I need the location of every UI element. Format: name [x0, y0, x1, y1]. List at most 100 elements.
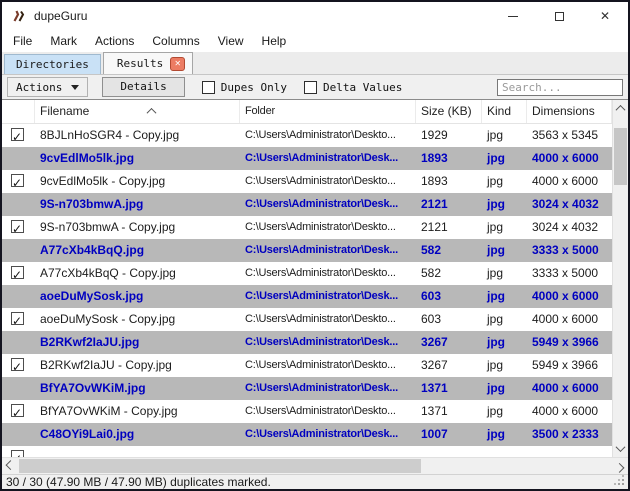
cell-kind: jpg	[482, 354, 527, 377]
cell-filename: A77cXb4kBqQ - Copy.jpg	[35, 262, 240, 285]
header-size[interactable]: Size (KB)	[416, 100, 482, 123]
row-checkbox[interactable]: ✓	[11, 266, 24, 279]
table-row[interactable]: ✓ B2RKwf2IaJU - Copy.jpg C:\Users\Admini…	[2, 354, 612, 377]
close-icon: ✕	[600, 10, 610, 22]
row-checkbox[interactable]: ✓	[11, 312, 24, 325]
header-kind[interactable]: Kind	[482, 100, 527, 123]
cell-kind: jpg	[482, 170, 527, 193]
toolbar: Actions Details Dupes Only Delta Values	[2, 75, 628, 100]
menu-help[interactable]: Help	[253, 30, 296, 52]
table-row[interactable]: 9S-n703bmwA.jpg C:\Users\Administrator\D…	[2, 193, 612, 216]
checkmark-icon: ✓	[12, 402, 22, 423]
header-filename[interactable]: Filename	[35, 100, 240, 123]
cell-folder: C:\Users\Administrator\Deskto...	[240, 216, 416, 239]
tab-directories[interactable]: Directories	[4, 54, 101, 74]
row-check-cell	[2, 331, 35, 354]
table-row[interactable]: C48OYi9Lai0.jpg C:\Users\Administrator\D…	[2, 423, 612, 446]
cell-folder: C:\Users\Administrator\Desk...	[240, 147, 416, 170]
row-checkbox[interactable]: ✓	[11, 174, 24, 187]
cell-dimensions: 3563 x 5345	[527, 124, 612, 147]
table-row[interactable]: ✓ 8BJLnHoSGR4 - Copy.jpg C:\Users\Admini…	[2, 124, 612, 147]
cell-size: 1893	[416, 170, 482, 193]
minimize-button[interactable]	[490, 2, 536, 30]
checkmark-icon: ✓	[12, 356, 22, 377]
status-text: 30 / 30 (47.90 MB / 47.90 MB) duplicates…	[6, 475, 271, 489]
tab-results-label: Results	[117, 57, 163, 70]
cell-filename: 9S-n703bmwA - Copy.jpg	[35, 216, 240, 239]
table-row[interactable]: B2RKwf2IaJU.jpg C:\Users\Administrator\D…	[2, 331, 612, 354]
resize-grip-icon[interactable]	[614, 475, 625, 486]
scroll-left-button[interactable]	[2, 458, 19, 474]
scroll-down-button[interactable]	[613, 440, 628, 457]
checkmark-icon: ✓	[12, 172, 22, 193]
cell-dimensions: 4000 x 6000	[527, 377, 612, 400]
search-input[interactable]	[497, 79, 623, 96]
cell-filename: C48OYi9Lai0.jpg	[35, 423, 240, 446]
actions-dropdown-button[interactable]: Actions	[7, 77, 88, 97]
menu-columns[interactable]: Columns	[143, 30, 208, 52]
cell-size: 603	[416, 285, 482, 308]
vertical-scroll-thumb[interactable]	[614, 128, 627, 185]
horizontal-scrollbar[interactable]	[2, 457, 628, 474]
menu-actions[interactable]: Actions	[86, 30, 143, 52]
dupes-only-checkbox[interactable]: Dupes Only	[202, 81, 287, 94]
vertical-scroll-track[interactable]	[613, 117, 628, 440]
table-row[interactable]: 9cvEdlMo5lk.jpg C:\Users\Administrator\D…	[2, 147, 612, 170]
cell-folder: C:\Users\Administrator\Desk...	[240, 285, 416, 308]
scroll-right-button[interactable]	[611, 458, 628, 474]
window-title: dupeGuru	[34, 9, 87, 23]
tab-results[interactable]: Results ✕	[103, 52, 193, 74]
table-row[interactable]: BfYA7OvWKiM.jpg C:\Users\Administrator\D…	[2, 377, 612, 400]
row-checkbox[interactable]: ✓	[11, 220, 24, 233]
table-row[interactable]: ✓ A77cXb4kBqQ - Copy.jpg C:\Users\Admini…	[2, 262, 612, 285]
horizontal-scroll-thumb[interactable]	[19, 459, 421, 473]
header-dimensions[interactable]: Dimensions	[527, 100, 612, 123]
table-row[interactable]: ✓ 9cvEdlMo5lk - Copy.jpg C:\Users\Admini…	[2, 170, 612, 193]
chevron-right-icon	[615, 462, 625, 472]
table-row[interactable]: ✓	[2, 446, 612, 457]
results-table: Filename Folder Size (KB) Kind Dimension…	[2, 100, 612, 457]
table-row[interactable]: A77cXb4kBqQ.jpg C:\Users\Administrator\D…	[2, 239, 612, 262]
actions-dropdown-label: Actions	[16, 81, 62, 94]
details-button[interactable]: Details	[102, 77, 184, 97]
delta-values-checkbox[interactable]: Delta Values	[304, 81, 402, 94]
table-row[interactable]: ✓ aoeDuMySosk - Copy.jpg C:\Users\Admini…	[2, 308, 612, 331]
cell-kind: jpg	[482, 239, 527, 262]
checkmark-icon: ✓	[12, 126, 22, 147]
cell-kind: jpg	[482, 285, 527, 308]
row-checkbox[interactable]: ✓	[11, 358, 24, 371]
cell-size: 1007	[416, 423, 482, 446]
menu-mark[interactable]: Mark	[41, 30, 86, 52]
close-button[interactable]: ✕	[582, 2, 628, 30]
table-row[interactable]: aoeDuMySosk.jpg C:\Users\Administrator\D…	[2, 285, 612, 308]
cell-size	[416, 446, 482, 457]
scroll-up-button[interactable]	[613, 100, 628, 117]
cell-folder	[240, 446, 416, 457]
menu-file[interactable]: File	[4, 30, 41, 52]
status-bar: 30 / 30 (47.90 MB / 47.90 MB) duplicates…	[2, 474, 628, 489]
menu-view[interactable]: View	[209, 30, 253, 52]
row-checkbox[interactable]: ✓	[11, 128, 24, 141]
cell-filename: 9cvEdlMo5lk.jpg	[35, 147, 240, 170]
row-checkbox[interactable]: ✓	[11, 450, 24, 457]
cell-size: 3267	[416, 331, 482, 354]
row-check-cell: ✓	[2, 124, 35, 147]
maximize-button[interactable]	[536, 2, 582, 30]
table-row[interactable]: ✓ BfYA7OvWKiM - Copy.jpg C:\Users\Admini…	[2, 400, 612, 423]
cell-filename: 9cvEdlMo5lk - Copy.jpg	[35, 170, 240, 193]
vertical-scrollbar[interactable]	[612, 100, 628, 457]
dupes-only-label: Dupes Only	[221, 81, 287, 94]
row-checkbox[interactable]: ✓	[11, 404, 24, 417]
cell-folder: C:\Users\Administrator\Deskto...	[240, 262, 416, 285]
cell-kind: jpg	[482, 147, 527, 170]
tab-close-icon[interactable]: ✕	[170, 57, 185, 71]
header-folder[interactable]: Folder	[240, 100, 416, 123]
checkmark-icon: ✓	[12, 310, 22, 331]
cell-size: 3267	[416, 354, 482, 377]
cell-kind: jpg	[482, 423, 527, 446]
cell-kind	[482, 446, 527, 457]
table-row[interactable]: ✓ 9S-n703bmwA - Copy.jpg C:\Users\Admini…	[2, 216, 612, 239]
delta-values-checkbox-box[interactable]	[304, 81, 317, 94]
cell-kind: jpg	[482, 262, 527, 285]
dupes-only-checkbox-box[interactable]	[202, 81, 215, 94]
